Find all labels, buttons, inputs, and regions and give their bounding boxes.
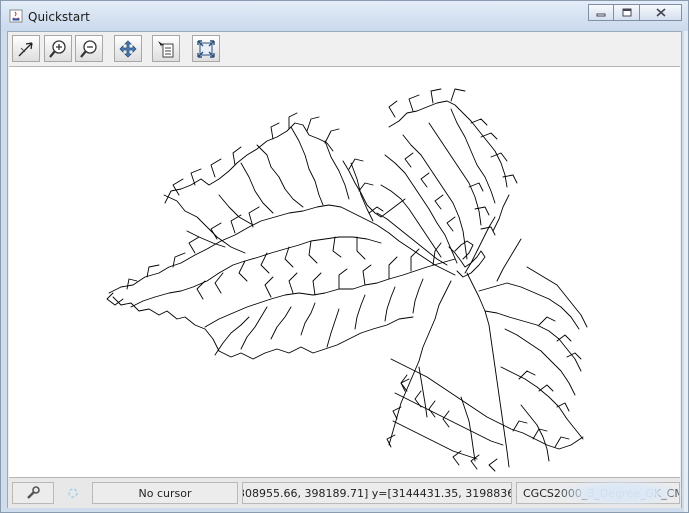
cursor-position-status: No cursor bbox=[92, 482, 238, 504]
status-bar: No cursor x=[308955.66, 398189.71] y=[31… bbox=[8, 478, 683, 508]
close-button[interactable] bbox=[640, 4, 682, 21]
main-panel: No cursor x=[308955.66, 398189.71] y=[31… bbox=[7, 31, 683, 508]
window-controls bbox=[588, 4, 682, 21]
application-window: Quickstart No cursor 08955.66, 398189.71… bbox=[0, 0, 689, 513]
map-toolbar bbox=[8, 32, 681, 66]
select-arrow-icon bbox=[18, 41, 33, 56]
blur-overlay bbox=[558, 480, 683, 506]
minimize-button[interactable] bbox=[588, 4, 614, 21]
select-tool-button[interactable] bbox=[12, 35, 40, 62]
maximize-button[interactable] bbox=[614, 4, 640, 21]
zoom-out-button[interactable] bbox=[75, 35, 103, 62]
pan-button[interactable] bbox=[114, 35, 142, 62]
info-button[interactable] bbox=[152, 35, 180, 62]
zoom-in-button[interactable] bbox=[44, 35, 72, 62]
window-edge bbox=[684, 31, 688, 512]
zoom-extent-button[interactable] bbox=[192, 35, 220, 62]
tool-settings-button[interactable] bbox=[12, 482, 54, 504]
zoom-out-icon bbox=[80, 39, 97, 58]
map-canvas[interactable] bbox=[9, 66, 680, 478]
java-app-icon bbox=[9, 9, 23, 23]
zoom-in-icon bbox=[49, 39, 66, 58]
title-bar[interactable]: Quickstart bbox=[1, 1, 688, 31]
render-status bbox=[56, 482, 90, 504]
zoom-extent-icon bbox=[197, 39, 215, 58]
maximize-icon bbox=[622, 8, 631, 17]
map-extent-status: x=[308955.66, 398189.71] y=[3144431.35, … bbox=[242, 482, 512, 504]
minimize-icon bbox=[596, 13, 606, 16]
pan-icon bbox=[119, 39, 137, 58]
info-icon bbox=[158, 40, 174, 57]
close-icon bbox=[655, 8, 666, 17]
wrench-icon bbox=[27, 486, 40, 499]
river-network-map bbox=[106, 88, 588, 472]
loading-spinner-icon bbox=[68, 488, 78, 498]
window-title: Quickstart bbox=[28, 10, 90, 24]
